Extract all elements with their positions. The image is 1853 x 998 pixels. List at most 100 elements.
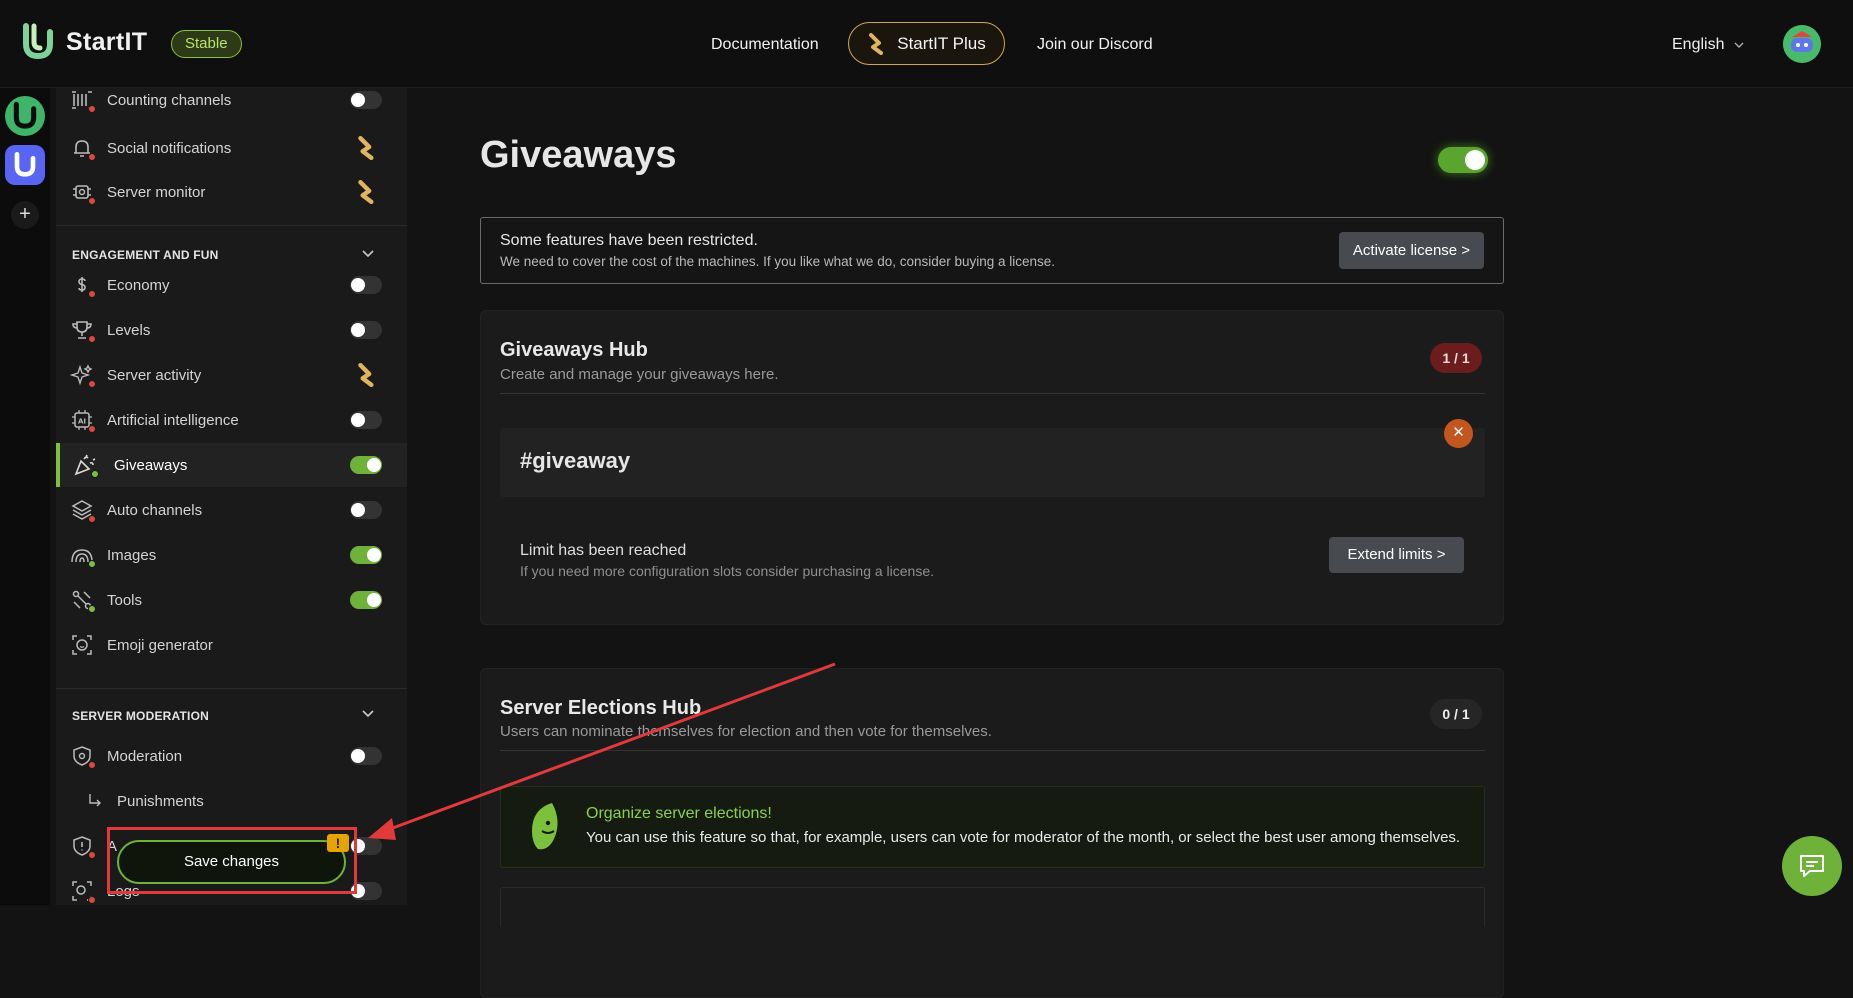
- card-divider: [500, 393, 1485, 394]
- sidebar-item-artificial-intelligence[interactable]: AI Artificial intelligence: [56, 398, 407, 442]
- activate-license-button[interactable]: Activate license >: [1339, 232, 1484, 269]
- sidebar-item-label: Levels: [107, 321, 151, 339]
- startit-logo-icon: [23, 23, 53, 60]
- sidebar-item-economy[interactable]: Economy: [56, 263, 407, 307]
- limit-text: If you need more configuration slots con…: [520, 563, 935, 579]
- notice-text: We need to cover the cost of the machine…: [500, 254, 1056, 269]
- server-rail: +: [0, 88, 50, 905]
- avatar-image-icon: [1783, 25, 1821, 63]
- language-select[interactable]: English: [1672, 36, 1744, 54]
- counter-icon: [70, 88, 96, 113]
- emoji-scan-icon: [70, 633, 94, 657]
- chat-bubble-icon: [1800, 855, 1824, 877]
- giveaway-channel-item[interactable]: #giveaway: [500, 428, 1485, 497]
- sidebar-item-label: Giveaways: [114, 456, 188, 474]
- save-changes-button[interactable]: Save changes: [117, 840, 346, 884]
- plus-bolt-icon: [869, 32, 884, 55]
- logs-scan-icon: [70, 879, 96, 904]
- add-server-icon[interactable]: +: [11, 201, 39, 229]
- module-enabled-toggle[interactable]: [1438, 147, 1488, 173]
- svg-text:AI: AI: [78, 418, 86, 426]
- sidebar-item-auto-channels[interactable]: Auto channels: [56, 488, 407, 532]
- nav-documentation-link[interactable]: Documentation: [711, 36, 819, 54]
- sidebar-item-server-monitor[interactable]: Server monitor: [56, 170, 407, 214]
- app-name: StartIT: [66, 27, 148, 56]
- startit-plus-label: StartIT Plus: [897, 33, 986, 53]
- limit-title: Limit has been reached: [520, 542, 687, 559]
- sidebar-item-label: Counting channels: [107, 91, 232, 109]
- language-value: English: [1672, 36, 1725, 53]
- elections-promo: Organize server elections! You can use t…: [500, 786, 1485, 868]
- sidebar-divider: [56, 688, 407, 689]
- module-toggle[interactable]: [350, 411, 382, 429]
- module-toggle[interactable]: [350, 591, 382, 609]
- app-logo[interactable]: StartIT: [20, 22, 147, 62]
- chevron-down-icon[interactable]: [362, 250, 374, 258]
- sidebar-item-label: Economy: [107, 276, 170, 294]
- sidebar-item-moderation[interactable]: Moderation: [56, 734, 407, 778]
- card-title: Server Elections Hub: [500, 697, 702, 719]
- module-toggle[interactable]: [350, 91, 382, 109]
- sparkles-icon: [69, 363, 96, 388]
- shield-alert-icon: [70, 834, 96, 859]
- party-popper-icon: [73, 453, 99, 478]
- ai-chip-icon: AI: [70, 408, 96, 433]
- module-toggle[interactable]: [350, 321, 382, 339]
- monitor-icon: [70, 180, 96, 205]
- bell-icon: [70, 136, 96, 161]
- sidebar-item-label: Social notifications: [107, 139, 232, 157]
- sidebar-item-tools[interactable]: Tools: [56, 578, 407, 622]
- server-startit-icon[interactable]: [5, 96, 45, 136]
- section-heading-moderation: SERVER MODERATION: [72, 709, 209, 723]
- rainbow-icon: [70, 543, 96, 568]
- leaf-mascot-icon: [532, 803, 558, 850]
- remove-channel-button[interactable]: ✕: [1444, 419, 1473, 448]
- module-toggle[interactable]: [350, 546, 382, 564]
- channel-name: #giveaway: [520, 448, 631, 473]
- promo-title: Organize server elections!: [586, 805, 772, 822]
- sidebar-item-images[interactable]: Images: [56, 533, 407, 577]
- sidebar-item-label: Emoji generator: [107, 636, 213, 654]
- module-toggle[interactable]: [350, 456, 382, 474]
- sidebar-item-label: Server monitor: [107, 183, 206, 201]
- support-chat-button[interactable]: [1782, 836, 1842, 896]
- plus-feature-icon: [358, 136, 374, 160]
- sidebar-item-label: Auto channels: [107, 501, 203, 519]
- chevron-down-icon[interactable]: [362, 710, 374, 718]
- plus-feature-icon: [358, 180, 374, 204]
- sidebar-item-server-activity[interactable]: Server activity: [56, 353, 407, 397]
- restriction-notice: Some features have been restricted. We n…: [480, 217, 1504, 284]
- sidebar-item-giveaways[interactable]: Giveaways: [56, 443, 407, 487]
- top-bar: StartIT Stable Documentation StartIT Plu…: [0, 0, 1853, 88]
- usage-count-badge: 0 / 1: [1430, 699, 1482, 729]
- server-elections-hub-card: Server Elections Hub Users can nominate …: [480, 668, 1504, 998]
- trophy-icon: [70, 318, 96, 343]
- sidebar-item-label: Server activity: [107, 366, 202, 384]
- server-selected-icon[interactable]: [5, 145, 45, 185]
- page-title: Giveaways: [480, 134, 677, 176]
- extend-limits-button[interactable]: Extend limits >: [1329, 537, 1464, 573]
- sidebar-item-label: Images: [107, 546, 157, 564]
- card-subtitle: Create and manage your giveaways here.: [500, 366, 779, 383]
- subitem-arrow-icon: [89, 794, 101, 807]
- user-avatar[interactable]: [1783, 25, 1821, 63]
- sidebar-subitem-punishments[interactable]: Punishments: [56, 779, 407, 823]
- module-sidebar: Counting channels Social notifications S…: [56, 88, 407, 905]
- sidebar-item-label: Tools: [107, 591, 143, 609]
- startit-plus-button[interactable]: StartIT Plus: [848, 22, 1005, 65]
- chevron-down-icon: [1734, 42, 1744, 48]
- sidebar-item-emoji-generator[interactable]: Emoji generator: [56, 623, 407, 667]
- stable-badge: Stable: [171, 30, 242, 58]
- nav-discord-link[interactable]: Join our Discord: [1037, 36, 1153, 54]
- card-title: Giveaways Hub: [500, 339, 648, 361]
- tools-icon: [70, 588, 96, 613]
- sidebar-item-social-notifications[interactable]: Social notifications: [56, 126, 407, 170]
- sidebar-item-levels[interactable]: Levels: [56, 308, 407, 352]
- dollar-icon: [70, 273, 96, 298]
- sidebar-item-counting-channels[interactable]: Counting channels: [56, 88, 407, 122]
- usage-count-badge: 1 / 1: [1430, 343, 1482, 373]
- module-toggle[interactable]: [350, 501, 382, 519]
- elections-list-container: [500, 887, 1485, 927]
- module-toggle[interactable]: [350, 747, 382, 765]
- module-toggle[interactable]: [350, 276, 382, 294]
